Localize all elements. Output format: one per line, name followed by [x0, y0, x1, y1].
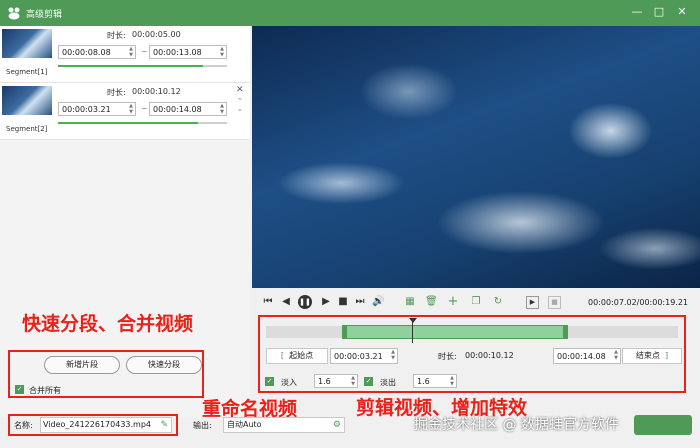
add-icon[interactable]: +	[447, 295, 459, 308]
segment-item[interactable]: Segment[2] 时长: 00:00:10.12 ✕ ⌃ ⌄ 00:00:0…	[0, 83, 250, 140]
selection-start-handle[interactable]	[342, 325, 347, 339]
previous-frame-icon[interactable]: ◀	[280, 296, 292, 308]
duration-label: 时长:	[107, 31, 126, 40]
segment-range-fill	[58, 122, 198, 124]
maximize-icon[interactable]: □	[652, 5, 666, 19]
playhead[interactable]	[412, 321, 413, 343]
mark-in-icon[interactable]: ▶	[526, 296, 539, 309]
edit-name-icon[interactable]: ✎	[160, 418, 168, 432]
fade-in-checkbox[interactable]: ✓	[265, 377, 274, 386]
filename-input[interactable]: Video_241226170433.mp4 ✎	[40, 417, 172, 433]
next-frame-icon[interactable]: ▶	[320, 296, 332, 308]
segment-label: Segment[1]	[6, 68, 48, 76]
range-separator: ~	[141, 47, 148, 56]
volume-icon[interactable]: 🔊	[372, 296, 384, 308]
watermark: 掘金技术社区 @ 数据蛙官方软件	[414, 417, 619, 433]
app-logo-icon	[8, 7, 20, 20]
split-icon[interactable]: ▦	[404, 296, 416, 308]
title-bar: 高级剪辑 — □ ✕	[0, 0, 700, 26]
skip-to-end-icon[interactable]: ⏭	[354, 296, 366, 308]
output-settings-icon[interactable]: ⚙	[333, 418, 341, 432]
merge-all-label: 合并所有	[29, 386, 61, 395]
delete-icon[interactable]: 🗑	[425, 296, 438, 308]
export-button[interactable]	[634, 415, 692, 435]
segment-label: Segment[2]	[6, 125, 48, 133]
fade-in-label: 淡入	[281, 378, 297, 387]
set-start-button[interactable]: [ 起始点	[266, 348, 328, 364]
pause-icon[interactable]: ❚❚	[298, 295, 312, 309]
output-select[interactable]: 自动Auto ⚙	[223, 417, 345, 433]
playback-time: 00:00:07.02/00:00:19.21	[588, 298, 688, 307]
annotation-split-merge: 快速分段、合并视频	[22, 313, 194, 335]
output-label: 输出:	[193, 421, 212, 430]
end-time-input[interactable]: 00:00:14.08 ▲ ▼	[149, 102, 227, 116]
fade-out-label: 淡出	[380, 378, 396, 387]
range-separator: ~	[141, 104, 148, 113]
clip-start-input[interactable]: 00:00:03.21 ▲ ▼	[330, 348, 398, 364]
clip-duration-value: 00:00:10.12	[465, 351, 514, 360]
segment-thumbnail	[2, 29, 52, 58]
remove-segment-icon[interactable]: ✕	[236, 85, 244, 95]
quick-split-button[interactable]: 快速分段	[126, 356, 202, 374]
stop-icon[interactable]: ■	[337, 296, 349, 308]
duration-value: 00:00:05.00	[132, 30, 181, 39]
segment-panel: Segment[1] 时长: 00:00:05.00 00:00:08.08 ▲ ▼…	[0, 26, 297, 420]
reset-icon[interactable]: ↻	[492, 296, 504, 308]
minimize-icon[interactable]: —	[630, 5, 644, 19]
timeline-selection[interactable]	[344, 325, 566, 339]
playhead-marker-icon[interactable]	[409, 318, 417, 323]
move-down-icon[interactable]: ⌄	[237, 105, 243, 113]
clip-duration-label: 时长:	[438, 352, 457, 361]
copy-icon[interactable]: ❐	[470, 296, 482, 308]
fade-out-checkbox[interactable]: ✓	[364, 377, 373, 386]
video-preview[interactable]	[252, 26, 700, 288]
segment-item[interactable]: Segment[1] 时长: 00:00:05.00 00:00:08.08 ▲ ▼…	[0, 26, 250, 83]
segment-range-fill	[58, 65, 203, 67]
move-up-icon[interactable]: ⌃	[237, 97, 243, 105]
duration-value: 00:00:10.12	[132, 87, 181, 96]
end-time-input[interactable]: 00:00:13.08 ▲ ▼	[149, 45, 227, 59]
name-label: 名称:	[14, 421, 33, 430]
skip-to-start-icon[interactable]: ⏮	[262, 296, 274, 308]
selection-end-handle[interactable]	[563, 325, 568, 339]
clip-end-input[interactable]: 00:00:14.08 ▲ ▼	[553, 348, 621, 364]
start-time-input[interactable]: 00:00:08.08 ▲ ▼	[58, 45, 136, 59]
duration-label: 时长:	[107, 88, 126, 97]
close-icon[interactable]: ✕	[675, 5, 689, 19]
add-segment-button[interactable]: 新增片段	[44, 356, 120, 374]
segment-thumbnail	[2, 86, 52, 115]
window-title: 高级剪辑	[26, 10, 63, 20]
merge-all-checkbox[interactable]: ✓	[15, 385, 24, 394]
start-time-input[interactable]: 00:00:03.21 ▲ ▼	[58, 102, 136, 116]
set-end-button[interactable]: 结束点 ]	[622, 348, 682, 364]
mark-out-icon[interactable]: ■	[548, 296, 561, 309]
fade-in-input[interactable]: 1.6 ▲ ▼	[314, 374, 358, 388]
fade-out-input[interactable]: 1.6 ▲ ▼	[413, 374, 457, 388]
